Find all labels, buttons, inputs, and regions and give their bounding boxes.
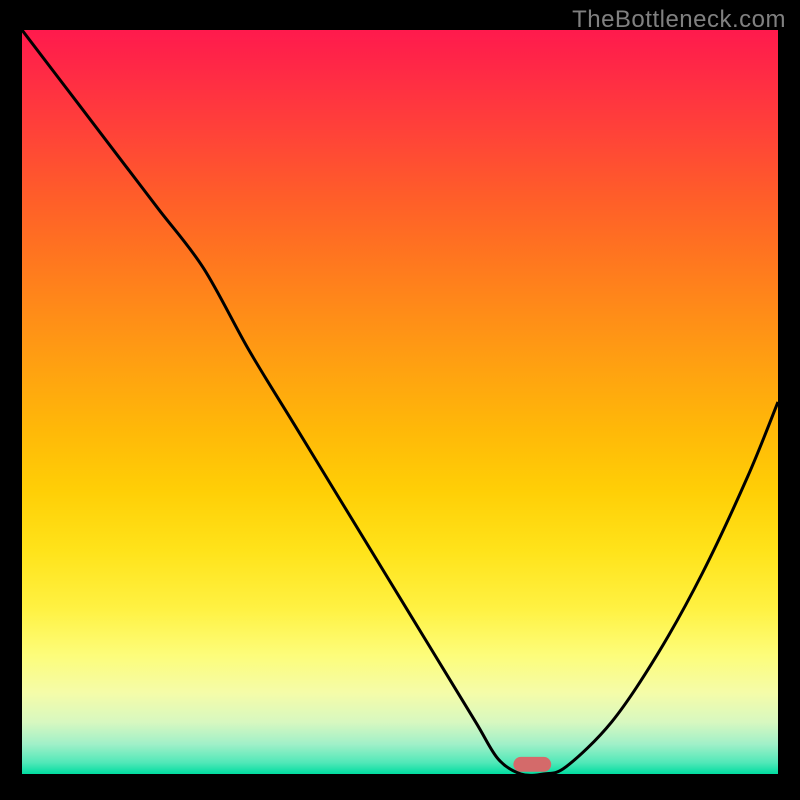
chart-plot-area: [22, 30, 778, 774]
bottleneck-curve: [22, 30, 778, 774]
optimal-marker: [513, 757, 551, 772]
watermark-text: TheBottleneck.com: [572, 6, 786, 34]
chart-svg: [22, 30, 778, 774]
